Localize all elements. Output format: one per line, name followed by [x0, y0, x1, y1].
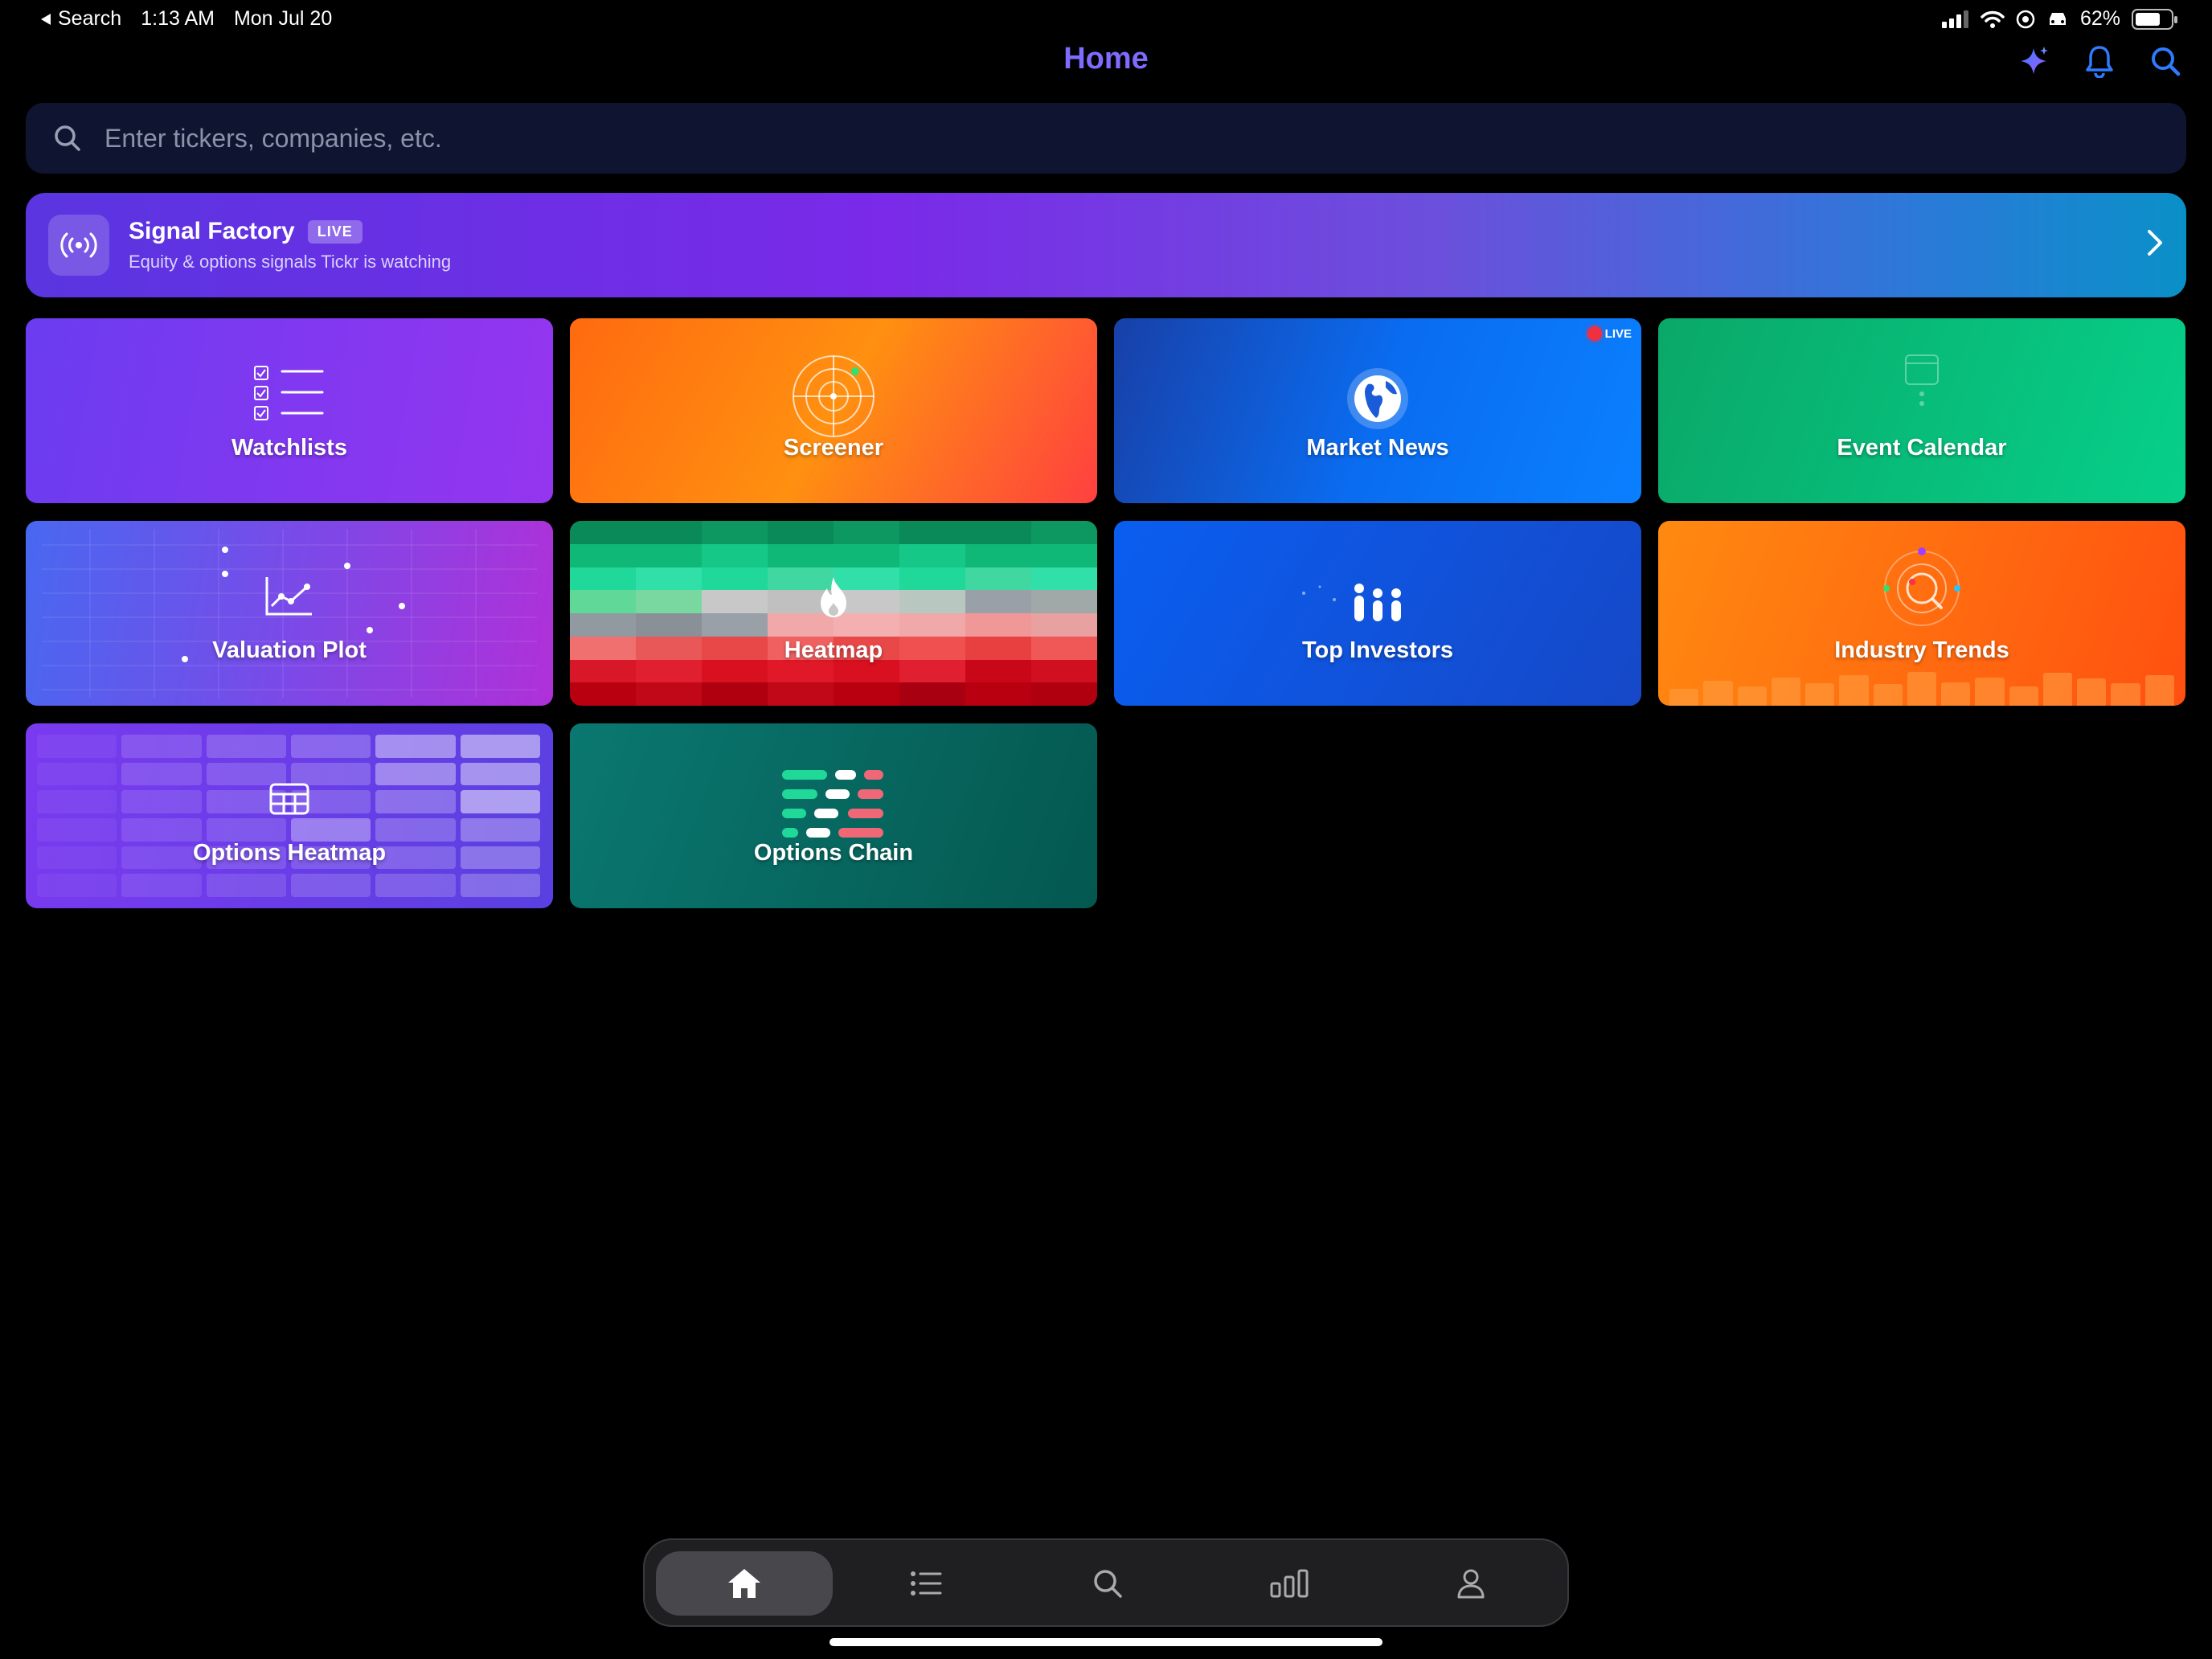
- market-news-label: Market News: [1306, 435, 1449, 461]
- checklist-icon: [254, 366, 324, 420]
- ticker-search-bar[interactable]: [26, 103, 2186, 174]
- radar-icon: [793, 355, 875, 437]
- page-title: Home: [0, 42, 2212, 76]
- heatmap-tile[interactable]: Heatmap: [570, 521, 1097, 706]
- industry-trends-label: Industry Trends: [1834, 637, 2009, 663]
- sparkle-icon[interactable]: [2016, 43, 2051, 79]
- broadcast-icon: [48, 215, 109, 276]
- header-search-icon[interactable]: [2148, 43, 2183, 79]
- industry-trends-tile[interactable]: Industry Trends: [1658, 521, 2185, 706]
- calendar-icon: [1905, 354, 1939, 406]
- wifi-icon: [1981, 10, 2005, 28]
- bottom-tab-bar: [643, 1538, 1569, 1627]
- watchlists-label: Watchlists: [231, 435, 347, 461]
- live-badge: LIVE: [307, 219, 363, 244]
- market-news-live-label: LIVE: [1604, 326, 1632, 341]
- options-chain-label: Options Chain: [753, 840, 914, 866]
- flame-icon: [821, 577, 846, 617]
- event-calendar-label: Event Calendar: [1837, 435, 2007, 461]
- screener-tile[interactable]: Screener: [570, 318, 1097, 503]
- globe-icon: [1347, 368, 1408, 429]
- tab-charts[interactable]: [1201, 1551, 1378, 1616]
- options-chain-tile[interactable]: Options Chain: [570, 723, 1097, 908]
- signal-factory-banner[interactable]: Signal Factory LIVE Equity & options sig…: [26, 193, 2186, 297]
- profile-icon: [1457, 1569, 1485, 1599]
- table-icon: [269, 783, 309, 815]
- status-date: Mon Jul 20: [233, 7, 333, 30]
- tab-search[interactable]: [1019, 1551, 1196, 1616]
- car-icon: [2049, 12, 2066, 25]
- line-chart-icon: [265, 577, 312, 616]
- chevron-right-icon: [2148, 230, 2162, 256]
- valuation-plot-tile[interactable]: Valuation Plot: [26, 521, 553, 706]
- battery-icon: [2132, 8, 2177, 30]
- top-investors-tile[interactable]: Top Investors: [1114, 521, 1641, 706]
- battery-percent: 62%: [2079, 7, 2120, 30]
- orbit-magnifier-icon: [1883, 547, 1960, 626]
- back-triangle-icon: [41, 13, 51, 25]
- watchlists-tile[interactable]: Watchlists: [26, 318, 553, 503]
- header-actions: [2016, 43, 2183, 79]
- options-heatmap-grid-background: [37, 735, 540, 897]
- screener-label: Screener: [783, 435, 884, 461]
- notifications-bell-icon[interactable]: [2082, 43, 2117, 79]
- status-time: 1:13 AM: [141, 7, 215, 30]
- valuation-plot-label: Valuation Plot: [212, 637, 367, 663]
- heatmap-label: Heatmap: [784, 637, 883, 663]
- search-input[interactable]: [104, 123, 2034, 154]
- search-field-icon: [55, 125, 80, 151]
- location-lock-icon: [2016, 10, 2035, 28]
- home-icon: [728, 1569, 760, 1598]
- banner-subtitle: Equity & options signals Tickr is watchi…: [129, 252, 452, 272]
- back-label: Search: [58, 7, 122, 30]
- investors-icon: [1354, 584, 1401, 621]
- event-calendar-tile[interactable]: Event Calendar: [1658, 318, 2185, 503]
- tab-profile[interactable]: [1382, 1551, 1559, 1616]
- home-indicator[interactable]: [830, 1638, 1382, 1646]
- search-icon: [1094, 1570, 1122, 1598]
- options-heatmap-tile[interactable]: Options Heatmap: [26, 723, 553, 908]
- signal-icon: [1941, 10, 1968, 28]
- options-heatmap-label: Options Heatmap: [192, 840, 387, 866]
- list-icon: [911, 1571, 942, 1596]
- options-chain-icon: [782, 770, 883, 838]
- banner-title: Signal Factory: [129, 218, 295, 244]
- market-news-tile[interactable]: LIVE Market News: [1114, 318, 1641, 503]
- market-news-live-tag: LIVE: [1587, 326, 1632, 341]
- tab-home[interactable]: [656, 1551, 833, 1616]
- status-bar: Search 1:13 AM Mon Jul 20 62%: [0, 0, 2212, 39]
- back-to-search-link[interactable]: Search: [40, 7, 121, 31]
- bar-chart-icon: [1270, 1569, 1309, 1598]
- live-dot-icon: [1587, 326, 1602, 341]
- tab-lists[interactable]: [838, 1551, 1014, 1616]
- top-investors-label: Top Investors: [1302, 637, 1453, 663]
